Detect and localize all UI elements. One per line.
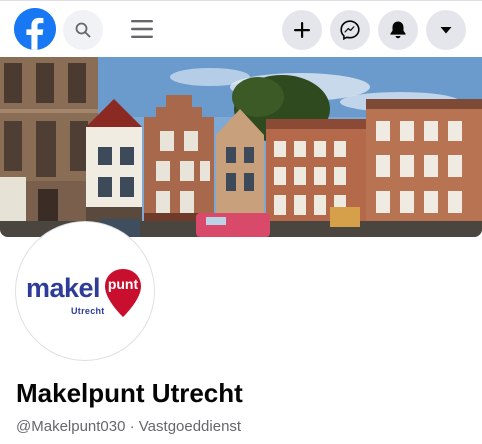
bell-icon	[390, 21, 406, 39]
cover-photo-image	[0, 57, 482, 237]
search-icon	[75, 22, 91, 38]
cover-photo[interactable]	[0, 57, 482, 237]
page-title: Makelpunt Utrecht	[16, 378, 243, 408]
logo-subtitle: Utrecht	[71, 306, 105, 316]
plus-icon	[294, 22, 310, 38]
hamburger-menu-icon	[131, 20, 153, 38]
company-logo: makel punt Utrecht	[19, 225, 151, 357]
facebook-logo-icon[interactable]	[14, 8, 56, 50]
search-button[interactable]	[63, 10, 103, 50]
map-pin-icon	[102, 267, 144, 319]
messenger-icon	[340, 20, 360, 40]
logo-word: makel	[26, 273, 101, 303]
notifications-button[interactable]	[378, 10, 418, 50]
account-menu-button[interactable]	[426, 10, 466, 50]
profile-picture[interactable]: makel punt Utrecht	[16, 222, 154, 360]
page-handle-category: @Makelpunt030 · Vastgoeddienst	[16, 418, 242, 435]
menu-button[interactable]	[128, 15, 156, 43]
create-button[interactable]	[282, 10, 322, 50]
caret-down-icon	[440, 27, 452, 34]
logo-pin-text: punt	[107, 276, 139, 292]
messenger-button[interactable]	[330, 10, 370, 50]
top-navigation-bar	[0, 0, 482, 56]
